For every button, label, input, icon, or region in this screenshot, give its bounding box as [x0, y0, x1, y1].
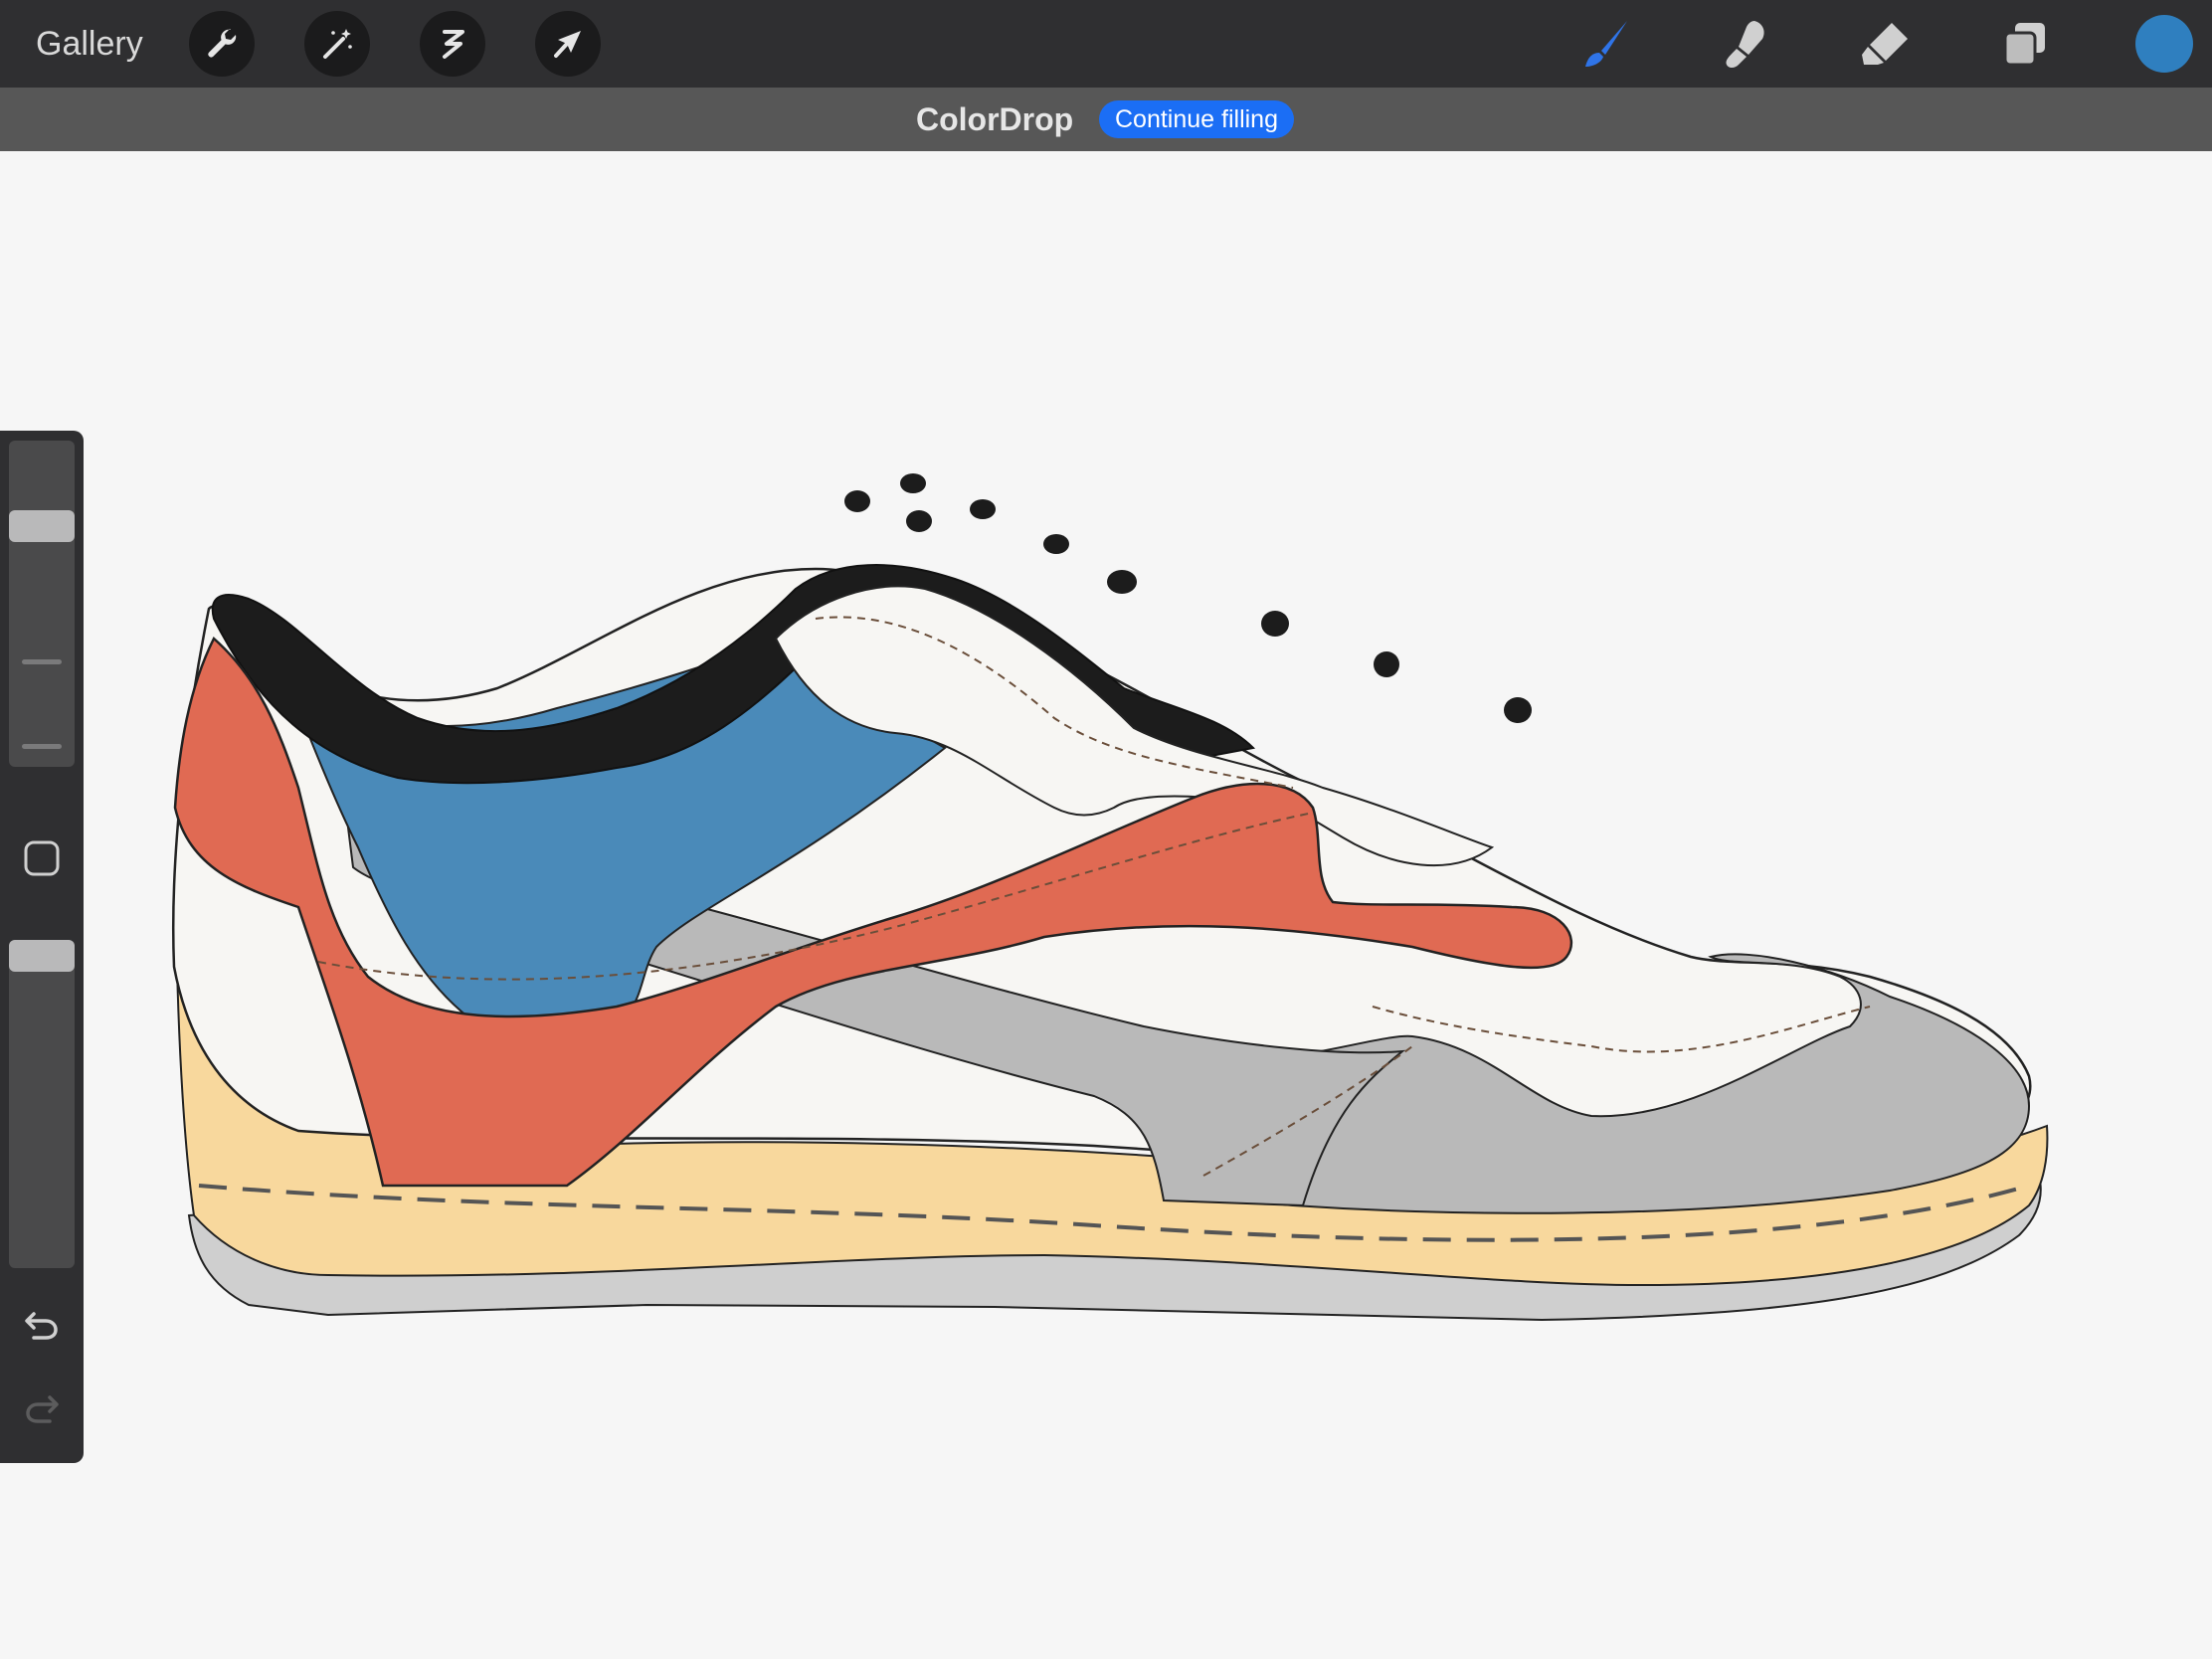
- brush-icon: [1585, 21, 1627, 67]
- undo-icon: [25, 1312, 58, 1340]
- move-arrow-icon: [554, 31, 581, 58]
- actions-button[interactable]: [189, 11, 255, 77]
- redo-icon: [26, 1395, 59, 1423]
- layers-tool[interactable]: [1992, 12, 2056, 76]
- left-sidebar: [0, 431, 84, 1463]
- procreate-app: Gallery ColorDrop Continue filling: [0, 0, 2212, 1659]
- adjustments-button[interactable]: [304, 11, 370, 77]
- brush-size-tick: [22, 659, 62, 664]
- top-toolbar: Gallery: [0, 0, 2212, 88]
- redo-button[interactable]: [20, 1387, 64, 1431]
- layers-icon: [2003, 23, 2045, 67]
- selection-button[interactable]: [420, 11, 485, 77]
- brush-size-tick: [22, 744, 62, 749]
- square-modifier-icon: [24, 840, 60, 876]
- color-picker-button[interactable]: [2135, 15, 2193, 73]
- transform-button[interactable]: [535, 11, 601, 77]
- gallery-button[interactable]: Gallery: [36, 20, 143, 68]
- opacity-thumb[interactable]: [9, 940, 75, 972]
- selection-icon: [443, 30, 464, 59]
- drawing-canvas[interactable]: [0, 151, 2212, 1659]
- wrench-icon: [208, 29, 237, 58]
- banner-title: ColorDrop: [916, 101, 1074, 137]
- eraser-tool[interactable]: [1853, 12, 1917, 76]
- colordrop-banner: ColorDrop Continue filling: [0, 88, 2212, 151]
- smudge-icon: [1726, 21, 1764, 68]
- brush-tool[interactable]: [1574, 12, 1638, 76]
- sneaker-artwork: [171, 473, 2049, 1322]
- opacity-slider[interactable]: [9, 940, 75, 1268]
- continue-filling-button[interactable]: Continue filling: [1099, 100, 1294, 138]
- brush-size-slider[interactable]: [9, 441, 75, 767]
- modifier-button[interactable]: [22, 838, 62, 878]
- magic-wand-icon: [323, 29, 352, 59]
- undo-button[interactable]: [20, 1304, 64, 1348]
- eraser-icon: [1862, 23, 1908, 65]
- smudge-tool[interactable]: [1714, 12, 1777, 76]
- brush-size-thumb[interactable]: [9, 510, 75, 543]
